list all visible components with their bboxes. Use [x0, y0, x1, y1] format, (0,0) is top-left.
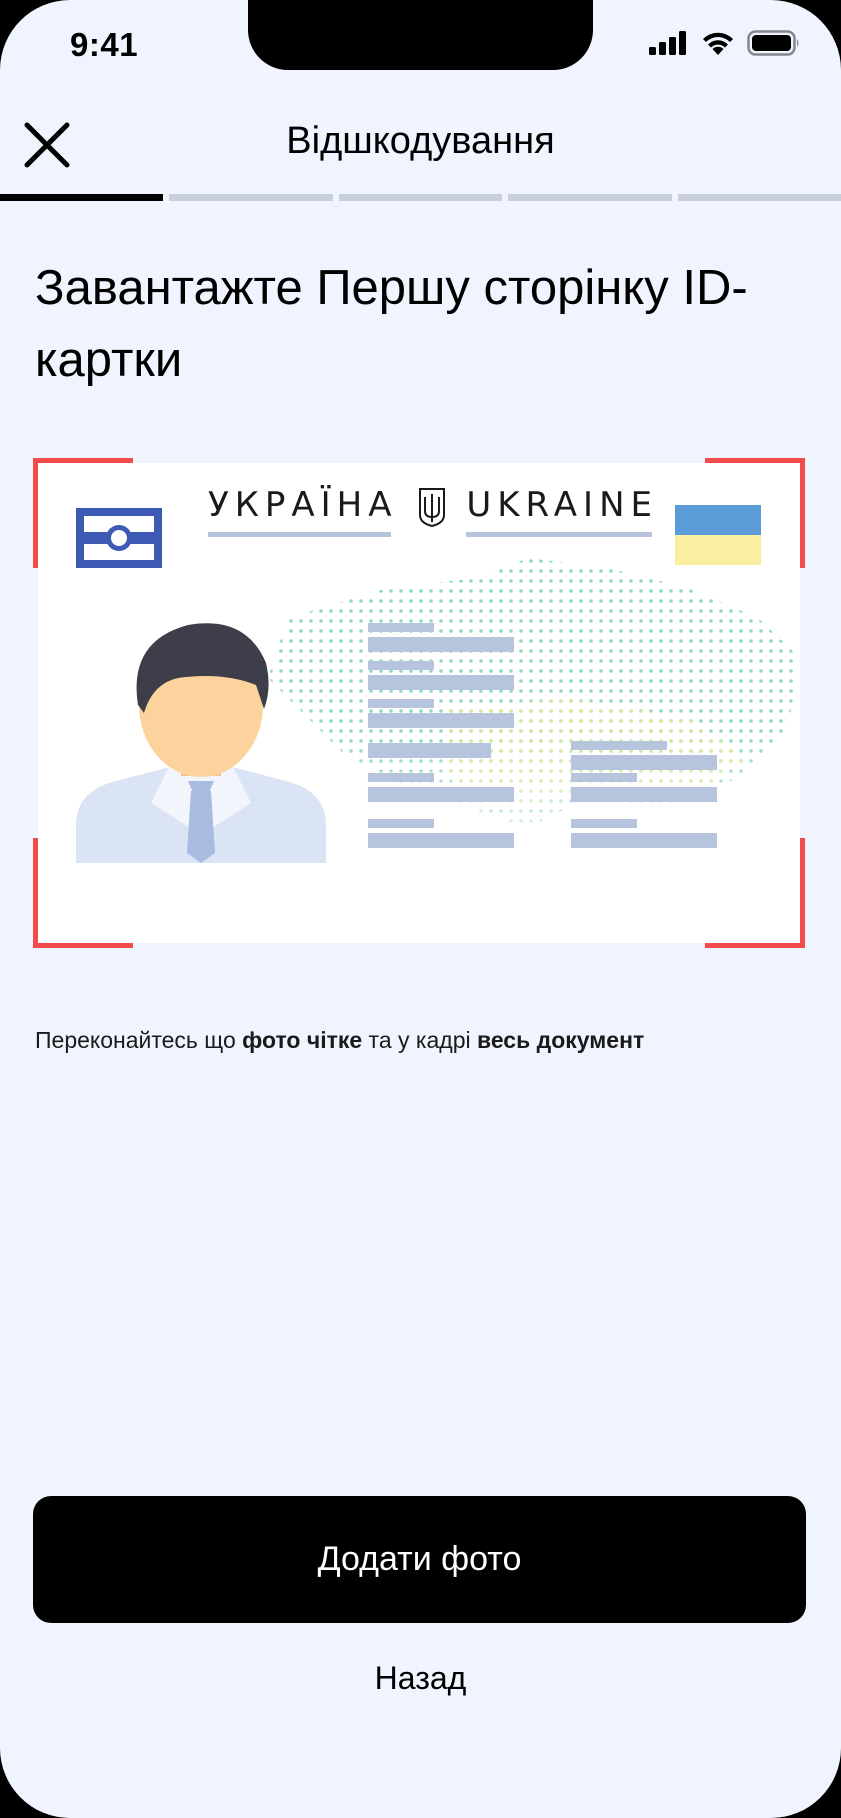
country-name-ua: УКРАЇНА — [208, 485, 398, 537]
frame-corner-top-right — [705, 458, 805, 568]
person-avatar — [76, 623, 326, 863]
id-card-preview: УКРАЇНА UKRAINE — [33, 458, 805, 948]
device-notch — [248, 0, 593, 70]
progress-step-2 — [169, 194, 333, 201]
phone-screen: 9:41 Відшкодування Завантажте Першу стор… — [0, 0, 841, 1818]
hint-text-1: Переконайтесь що — [35, 1027, 243, 1053]
country-header: УКРАЇНА UKRAINE — [208, 485, 658, 537]
battery-icon — [747, 30, 799, 56]
back-button[interactable]: Назад — [0, 1660, 841, 1697]
card-text-lines — [368, 623, 717, 848]
country-name-en: UKRAINE — [466, 485, 658, 537]
add-photo-button[interactable]: Додати фото — [33, 1496, 806, 1623]
progress-step-5 — [677, 194, 841, 201]
status-time: 9:41 — [70, 26, 139, 63]
hint-text-2: та у кадрі — [362, 1027, 477, 1053]
upload-heading: Завантажте Першу сторінку ID-картки — [35, 261, 748, 387]
frame-corner-top-left — [33, 458, 133, 568]
hint-bold-2: весь документ — [476, 1027, 645, 1053]
hint-bold-1: фото чітке — [242, 1027, 363, 1053]
progress-step-3 — [338, 194, 503, 201]
page-title: Відшкодування — [286, 120, 555, 162]
frame-corner-bottom-right — [705, 838, 805, 948]
trident-icon — [418, 488, 445, 527]
wifi-icon — [703, 32, 733, 55]
step-progress — [0, 194, 841, 201]
id-card-illustration: УКРАЇНА UKRAINE — [38, 463, 800, 943]
progress-step-1 — [0, 194, 164, 201]
signal-icon — [649, 31, 686, 55]
progress-step-4 — [508, 194, 672, 201]
status-icons — [649, 30, 801, 56]
frame-corner-bottom-left — [33, 838, 133, 948]
photo-hint: Переконайтесь що фото чітке та у кадрі в… — [35, 1027, 644, 1054]
